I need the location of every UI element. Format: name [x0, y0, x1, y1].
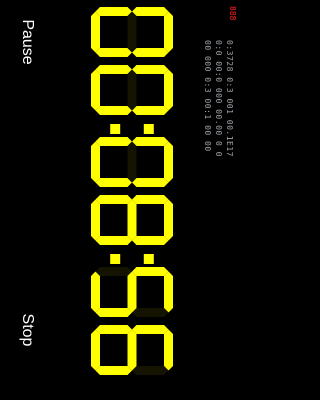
segment-g [127, 199, 137, 241]
clock-digit [91, 137, 173, 187]
segment-f [132, 325, 169, 334]
clock-digit [91, 267, 173, 317]
segment-a [164, 271, 173, 313]
segment-c [95, 308, 132, 317]
segment-f [132, 137, 169, 146]
segment-c [95, 106, 132, 115]
clock-digit [91, 195, 173, 245]
segment-d [91, 329, 100, 371]
segment-e [95, 267, 132, 276]
segment-f [132, 195, 169, 204]
status-line-1: 0:3728 0:3 001 00.1E17 [225, 40, 234, 157]
segment-c [95, 366, 132, 375]
segment-e [95, 7, 132, 16]
clock-digit [91, 7, 173, 57]
segment-b [132, 366, 169, 375]
segment-d [91, 11, 100, 53]
status-line-2: 0:0 00:0 000 00.00 0 0 [214, 40, 223, 157]
colon-dot [143, 124, 154, 134]
stopwatch-screen: Pause Stop 00:08:56 0:3728 0:3 001 00.1E… [0, 0, 240, 400]
seven-segment-clock [91, 7, 173, 375]
segment-a [164, 329, 173, 371]
segment-d [91, 199, 100, 241]
segment-f [132, 7, 169, 16]
colon-dot [110, 124, 121, 134]
status-line-3: 00 000 0:3 00:1 00 00 [203, 40, 212, 152]
segment-b [132, 308, 169, 317]
segment-c [95, 236, 132, 245]
segment-g [127, 329, 137, 371]
stop-button[interactable]: Stop [10, 285, 44, 375]
segment-e [95, 325, 132, 334]
segment-a [164, 141, 173, 183]
timer-display: 00:08:56 [86, 4, 178, 396]
segment-a [164, 199, 173, 241]
segment-b [132, 48, 169, 57]
segment-e [95, 137, 132, 146]
segment-e [95, 65, 132, 74]
segment-d [91, 69, 100, 111]
pause-button[interactable]: Pause [10, 0, 44, 87]
segment-c [95, 178, 132, 187]
segment-a [164, 11, 173, 53]
segment-g [127, 11, 137, 53]
status-indicator: 888 [228, 6, 237, 21]
segment-f [132, 267, 169, 276]
colon-dot [110, 254, 121, 264]
segment-e [95, 195, 132, 204]
segment-g [127, 271, 137, 313]
segment-g [127, 141, 137, 183]
segment-d [91, 271, 100, 313]
segment-d [91, 141, 100, 183]
segment-b [132, 178, 169, 187]
colon-dot [143, 254, 154, 264]
segment-g [127, 69, 137, 111]
clock-digit [91, 65, 173, 115]
segment-b [132, 106, 169, 115]
segment-f [132, 65, 169, 74]
segment-c [95, 48, 132, 57]
clock-digit [91, 325, 173, 375]
debug-status-strip: 0:3728 0:3 001 00.1E17 0:0 00:0 000 00.0… [180, 0, 240, 400]
segment-b [132, 236, 169, 245]
segment-a [164, 69, 173, 111]
